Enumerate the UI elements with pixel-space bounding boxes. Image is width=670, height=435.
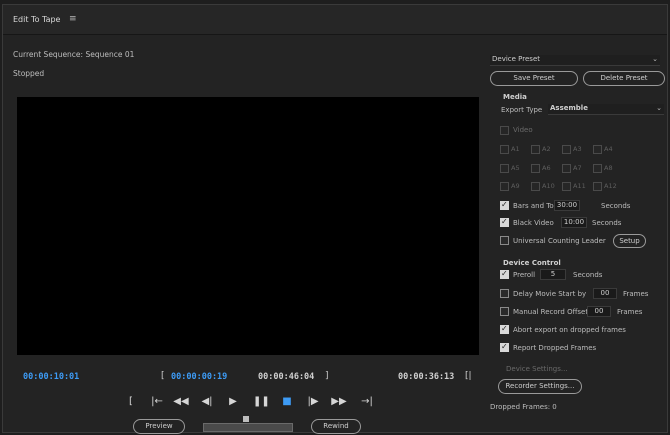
record-offset-checkbox[interactable]	[500, 307, 509, 316]
bars-tone-checkbox[interactable]	[500, 200, 509, 210]
abort-dropped-label: Abort export on dropped frames	[513, 326, 626, 334]
rewind-icon[interactable]: ◀◀	[173, 395, 189, 409]
track-label: A8	[604, 164, 613, 172]
track-checkbox[interactable]	[562, 164, 571, 173]
track-label: A3	[573, 145, 582, 153]
track-checkbox[interactable]	[500, 182, 509, 191]
dropped-frames-label: Dropped Frames: 0	[490, 403, 557, 411]
track-checkbox[interactable]	[531, 182, 540, 191]
counting-leader-checkbox[interactable]	[500, 236, 509, 245]
track-checkbox[interactable]	[531, 164, 540, 173]
current-timecode[interactable]: 00:00:10:01	[23, 372, 79, 382]
track-checkbox[interactable]	[593, 164, 602, 173]
fast-forward-icon[interactable]: ▶▶	[331, 395, 347, 409]
track-label: A4	[604, 145, 613, 153]
device-settings-link[interactable]: Device Settings...	[506, 365, 568, 373]
counting-leader-label: Universal Counting Leader	[513, 237, 606, 245]
track-label: A11	[573, 182, 586, 190]
track-label: A1	[511, 145, 520, 153]
go-to-in-icon[interactable]: |←	[149, 395, 165, 409]
current-sequence-label: Current Sequence: Sequence 01	[13, 50, 135, 59]
abort-dropped-checkbox[interactable]	[500, 324, 509, 334]
play-icon[interactable]: ▶	[225, 395, 241, 409]
black-video-unit: Seconds	[592, 219, 622, 227]
delay-movie-unit: Frames	[623, 290, 649, 298]
preroll-checkbox[interactable]	[500, 269, 509, 279]
leader-setup-button[interactable]: Setup	[613, 234, 646, 248]
media-section-label: Media	[503, 93, 527, 101]
preroll-input[interactable]: 5	[540, 269, 566, 280]
delete-preset-button[interactable]: Delete Preset	[583, 71, 665, 86]
track-checkbox[interactable]	[562, 182, 571, 191]
dialog-frame: Edit To Tape ≡ Current Sequence: Sequenc…	[2, 4, 668, 434]
device-control-label: Device Control	[503, 259, 561, 267]
track-checkbox[interactable]	[500, 164, 509, 173]
in-bracket: [	[161, 371, 165, 381]
chevron-down-icon: ⌄	[652, 55, 658, 63]
record-offset-input[interactable]: 00	[587, 306, 611, 317]
delay-movie-checkbox[interactable]	[500, 289, 509, 298]
track-label: A5	[511, 164, 520, 172]
video-label: Video	[513, 126, 533, 134]
end-marker: [|	[465, 371, 472, 381]
export-type-select[interactable]: Assemble ⌄	[548, 104, 664, 115]
out-timecode[interactable]: 00:00:46:04	[258, 372, 314, 382]
black-video-checkbox[interactable]	[500, 217, 509, 227]
shuttle-slider[interactable]	[203, 423, 293, 432]
bars-tone-input[interactable]: 30:00	[554, 200, 580, 211]
track-label: A12	[604, 182, 617, 190]
window-title: Edit To Tape	[13, 15, 61, 24]
title-bar: Edit To Tape ≡	[3, 5, 667, 35]
save-preset-button[interactable]: Save Preset	[490, 71, 578, 86]
preview-button[interactable]: Preview	[133, 419, 185, 434]
panel-menu-icon[interactable]: ≡	[69, 14, 77, 24]
track-checkbox[interactable]	[593, 145, 602, 154]
track-label: A2	[542, 145, 551, 153]
export-type-label: Export Type	[501, 106, 543, 114]
track-label: A10	[542, 182, 555, 190]
go-to-out-icon[interactable]: →|	[359, 395, 375, 409]
out-bracket: ]	[325, 371, 329, 381]
device-preset-select[interactable]: Device Preset ⌄	[490, 55, 660, 66]
black-video-input[interactable]: 10:00	[561, 217, 587, 228]
mark-in-icon[interactable]: [	[123, 395, 139, 409]
shuttle-thumb[interactable]	[243, 416, 249, 422]
video-checkbox[interactable]	[500, 126, 509, 135]
track-label: A6	[542, 164, 551, 172]
device-preset-value: Device Preset	[492, 55, 540, 63]
track-checkbox[interactable]	[562, 145, 571, 154]
track-checkbox[interactable]	[531, 145, 540, 154]
preroll-unit: Seconds	[573, 271, 603, 279]
report-dropped-label: Report Dropped Frames	[513, 344, 597, 352]
duration-timecode: 00:00:36:13	[398, 372, 455, 382]
delay-movie-label: Delay Movie Start by	[513, 290, 587, 298]
pause-icon[interactable]: ❚❚	[253, 395, 270, 409]
delay-movie-input[interactable]: 00	[593, 288, 617, 299]
step-forward-icon[interactable]: |▶	[305, 395, 321, 409]
stop-icon[interactable]: ■	[279, 395, 295, 409]
track-checkbox[interactable]	[500, 145, 509, 154]
step-back-icon[interactable]: ◀|	[199, 395, 215, 409]
chevron-down-icon: ⌄	[656, 104, 662, 112]
in-timecode[interactable]: 00:00:00:19	[171, 372, 227, 382]
record-offset-unit: Frames	[617, 308, 643, 316]
track-label: A9	[511, 182, 520, 190]
status-label: Stopped	[13, 69, 45, 78]
recorder-settings-button[interactable]: Recorder Settings...	[498, 379, 582, 394]
preroll-label: Preroll	[513, 271, 536, 279]
black-video-label: Black Video	[513, 219, 554, 227]
bars-tone-unit: Seconds	[601, 202, 631, 210]
report-dropped-checkbox[interactable]	[500, 342, 509, 352]
record-offset-label: Manual Record Offset	[513, 308, 589, 316]
export-type-value: Assemble	[550, 104, 588, 112]
track-checkbox[interactable]	[593, 182, 602, 191]
track-label: A7	[573, 164, 582, 172]
video-preview	[17, 97, 479, 355]
rewind-button[interactable]: Rewind	[311, 419, 361, 434]
